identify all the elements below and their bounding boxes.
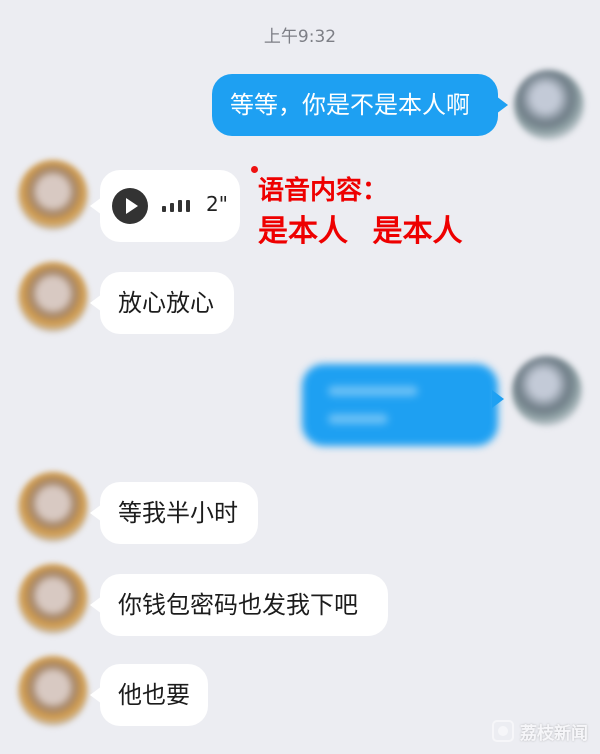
watermark-text: 荔枝新闻 [520,723,588,744]
sound-wave-icon [162,200,190,212]
message-bubble-received[interactable]: 等我半小时 [90,482,258,544]
contact-avatar[interactable] [18,262,88,332]
watermark-logo-icon [492,720,514,742]
voice-duration: 2" [206,192,228,216]
message-bubble-received[interactable]: 他也要 [90,664,208,726]
play-icon[interactable] [112,188,148,224]
annotation-body: 是本人 是本人 [258,214,463,249]
annotation-dot [251,166,258,173]
contact-avatar[interactable] [18,472,88,542]
message-bubble-received[interactable]: 你钱包密码也发我下吧 [90,574,388,636]
message-bubble-received[interactable]: 放心放心 [90,272,234,334]
annotation-title: 语音内容： [258,176,389,206]
blurred-message-tail [492,390,504,408]
contact-avatar[interactable] [18,160,88,230]
voice-message-bubble[interactable]: 2" [90,170,240,242]
message-bubble-sent[interactable]: 等等，你是不是本人啊 [212,74,508,136]
contact-avatar[interactable] [18,564,88,634]
my-avatar[interactable] [514,70,584,140]
my-avatar[interactable] [512,356,582,426]
contact-avatar[interactable] [18,656,88,726]
blurred-message-bubble[interactable] [302,364,498,446]
watermark: 荔枝新闻 [492,718,588,744]
message-timestamp: 上午9:32 [263,27,337,47]
